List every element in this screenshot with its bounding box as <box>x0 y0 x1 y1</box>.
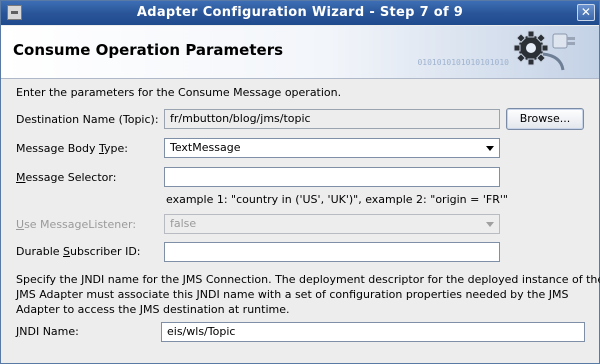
wizard-window: Adapter Configuration Wizard - Step 7 of… <box>0 0 600 364</box>
wizard-header: Consume Operation Parameters 01010101010… <box>1 26 599 79</box>
selector-input[interactable] <box>164 167 500 187</box>
body-type-label: Message Body Type: <box>16 142 128 155</box>
title-bar: Adapter Configuration Wizard - Step 7 of… <box>1 1 599 25</box>
intro-text: Enter the parameters for the Consume Mes… <box>16 86 342 99</box>
chevron-down-icon <box>486 222 494 227</box>
form-content: Enter the parameters for the Consume Mes… <box>1 80 600 364</box>
browse-button[interactable]: Browse... <box>506 108 584 130</box>
listener-label: Use MessageListener: <box>16 218 137 231</box>
header-decoration-text: 0101010101010101010 <box>417 58 509 67</box>
subscriber-input[interactable] <box>164 242 500 262</box>
window-title: Adapter Configuration Wizard - Step 7 of… <box>136 5 464 20</box>
destination-field[interactable]: fr/mbutton/blog/jms/topic <box>164 109 500 129</box>
jndi-description-line2: JMS Adapter must associate this JNDI nam… <box>16 288 569 301</box>
chevron-down-icon <box>486 146 494 151</box>
gear-plug-icon <box>501 26 585 78</box>
destination-label: Destination Name (Topic): <box>16 113 159 126</box>
selector-example: example 1: "country in ('US', 'UK')", ex… <box>166 193 508 206</box>
listener-value: false <box>170 217 197 230</box>
body-type-select[interactable]: TextMessage <box>164 138 500 158</box>
selector-label: Message Selector: <box>16 171 117 184</box>
listener-select[interactable]: false <box>164 214 500 234</box>
window-menu-icon[interactable] <box>7 5 22 20</box>
jndi-input[interactable]: eis/wls/Topic <box>161 322 585 342</box>
jndi-description-line3: Adapter to access the JMS destination at… <box>16 303 290 316</box>
jndi-label: JNDI Name: <box>16 325 79 338</box>
page-title: Consume Operation Parameters <box>13 41 284 59</box>
body-type-value: TextMessage <box>170 141 241 154</box>
jndi-description-line1: Specify the JNDI name for the JMS Connec… <box>16 273 600 286</box>
close-button[interactable]: ✕ <box>577 4 595 21</box>
subscriber-label: Durable Subscriber ID: <box>16 245 141 258</box>
